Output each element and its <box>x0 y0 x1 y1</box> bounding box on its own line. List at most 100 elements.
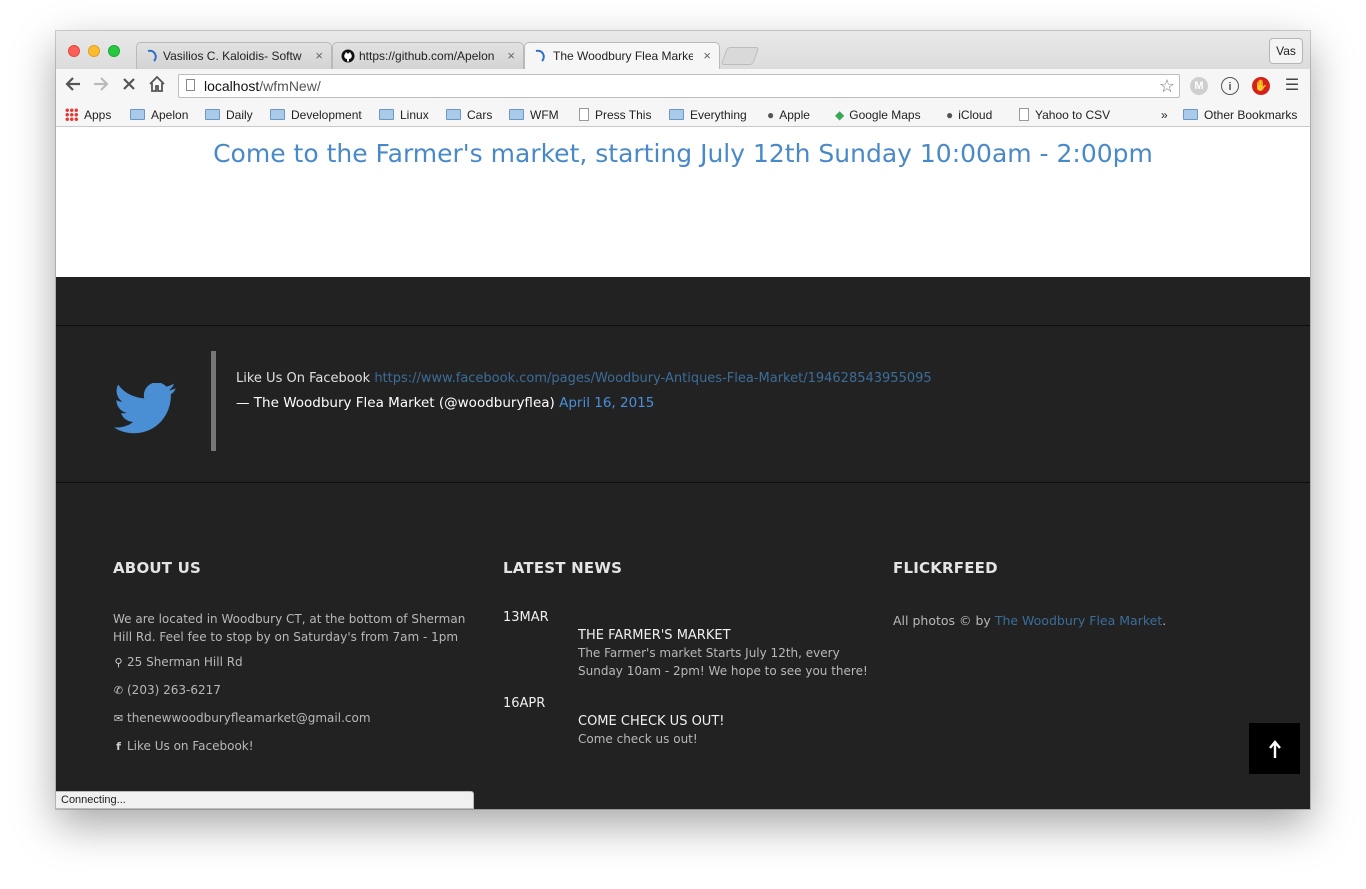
bookmark-yahoo-to-csv[interactable]: Yahoo to CSV <box>1019 107 1110 123</box>
bookmark-apple[interactable]: ● Apple <box>767 107 810 123</box>
info-icon[interactable]: i <box>1221 77 1239 95</box>
extension-m-icon[interactable]: M <box>1190 77 1208 95</box>
home-button[interactable] <box>146 75 168 97</box>
forward-arrow-icon <box>94 77 109 91</box>
google-maps-icon: ◆ <box>835 108 845 122</box>
divider <box>56 325 1310 326</box>
zoom-window-button[interactable] <box>108 45 120 57</box>
news-date: 16APR <box>503 696 546 711</box>
news-title[interactable]: THE FARMER'S MARKET <box>578 628 731 643</box>
folder-icon <box>205 109 220 120</box>
status-bubble: Connecting... <box>56 791 474 809</box>
phone-line: ✆ (203) 263-6217 <box>113 683 221 697</box>
stop-x-icon <box>123 78 135 90</box>
arrow-up-icon <box>1268 740 1281 759</box>
bookmark-daily[interactable]: Daily <box>205 107 253 123</box>
bookmark-wfm[interactable]: WFM <box>509 107 559 123</box>
bookmark-everything[interactable]: Everything <box>669 107 747 123</box>
bookmark-cars[interactable]: Cars <box>446 107 492 123</box>
tab-title: https://github.com/Apelon <box>359 49 495 63</box>
map-marker-icon: ⚲ <box>114 656 123 669</box>
twitter-bird-icon <box>114 383 176 434</box>
tab-woodbury-flea-market[interactable]: The Woodbury Flea Market × <box>524 42 720 70</box>
profile-button[interactable]: Vas <box>1269 38 1303 64</box>
toolbar: localhost/wfmNew/ ☆ M i ✋ ☰ <box>56 69 1310 103</box>
loading-spinner-icon <box>535 49 545 62</box>
news-body: Come check us out! <box>578 732 698 746</box>
tab-close-icon[interactable]: × <box>315 43 323 69</box>
email-line[interactable]: ✉ thenewwoodburyfleamarket@gmail.com <box>113 711 371 725</box>
github-icon <box>341 49 355 63</box>
tab-close-icon[interactable]: × <box>507 43 515 69</box>
folder-icon <box>379 109 394 120</box>
bookmark-apelon[interactable]: Apelon <box>130 107 188 123</box>
facebook-icon: f <box>116 740 121 753</box>
flickr-credit: All photos © by The Woodbury Flea Market… <box>893 613 1167 628</box>
tweet-date-link[interactable]: April 16, 2015 <box>559 395 654 411</box>
folder-icon <box>270 109 285 120</box>
tab-strip: Vasilios C. Kaloidis- Softw × https://gi… <box>56 31 1310 70</box>
minimize-window-button[interactable] <box>88 45 100 57</box>
new-tab-button[interactable] <box>720 47 760 65</box>
bookmark-google-maps[interactable]: ◆ Google Maps <box>835 107 921 123</box>
folder-icon <box>1183 109 1198 120</box>
address-line: ⚲ 25 Sherman Hill Rd <box>114 655 243 669</box>
bookmark-other-bookmarks[interactable]: Other Bookmarks <box>1183 107 1297 123</box>
address-bar[interactable]: localhost/wfmNew/ ☆ <box>178 74 1180 98</box>
about-text: We are located in Woodbury CT, at the bo… <box>113 612 466 644</box>
bookmark-apps[interactable]: Apps <box>65 107 111 123</box>
facebook-line[interactable]: f Like Us on Facebook! <box>113 739 253 753</box>
bookmark-linux[interactable]: Linux <box>379 107 429 123</box>
hero-section: Come to the Farmer's market, starting Ju… <box>56 127 1310 277</box>
news-heading: LATEST NEWS <box>503 559 623 577</box>
forward-button[interactable] <box>90 75 112 97</box>
tab-title: The Woodbury Flea Market <box>553 49 693 63</box>
flickr-heading: FLICKRFEED <box>893 559 998 577</box>
flickr-author-link[interactable]: The Woodbury Flea Market <box>995 613 1162 628</box>
loading-spinner-icon <box>147 49 157 62</box>
tab-close-icon[interactable]: × <box>703 43 711 69</box>
folder-icon <box>130 109 145 120</box>
home-icon <box>149 75 165 92</box>
folder-icon <box>446 109 461 120</box>
news-date: 13MAR <box>503 610 549 625</box>
divider <box>56 482 1310 483</box>
page-icon <box>1019 108 1029 121</box>
envelope-icon: ✉ <box>113 712 124 725</box>
browser-window: Vasilios C. Kaloidis- Softw × https://gi… <box>56 31 1310 809</box>
apps-grid-icon <box>65 108 78 121</box>
phone-icon: ✆ <box>113 684 124 697</box>
tweet-quote-bar <box>211 351 216 451</box>
page-content: Come to the Farmer's market, starting Ju… <box>56 127 1310 809</box>
folder-icon <box>509 109 524 120</box>
adblock-icon[interactable]: ✋ <box>1252 77 1270 95</box>
tab-title: Vasilios C. Kaloidis- Softw <box>163 49 302 63</box>
page-icon <box>186 79 195 91</box>
tweet-author: — The Woodbury Flea Market (@woodburyfle… <box>236 395 655 411</box>
close-window-button[interactable] <box>68 45 80 57</box>
url-text: localhost/wfmNew/ <box>204 78 321 94</box>
tweet-text: Like Us On Facebook https://www.facebook… <box>236 371 932 386</box>
hero-title: Come to the Farmer's market, starting Ju… <box>213 139 1153 168</box>
apple-icon: ● <box>946 108 954 122</box>
bookmarks-bar: Apps Apelon Daily Development Linux Cars… <box>56 103 1310 127</box>
back-button[interactable] <box>62 75 84 97</box>
bookmark-press-this[interactable]: Press This <box>579 107 651 123</box>
bookmarks-overflow-button[interactable]: » <box>1161 107 1168 123</box>
tab-github[interactable]: https://github.com/Apelon × <box>332 42 524 69</box>
page-icon <box>579 108 589 121</box>
stop-button[interactable] <box>118 75 140 97</box>
scroll-to-top-button[interactable] <box>1249 723 1300 774</box>
bookmark-icloud[interactable]: ● iCloud <box>946 107 992 123</box>
bookmark-development[interactable]: Development <box>270 107 362 123</box>
apple-icon: ● <box>767 108 775 122</box>
about-heading: ABOUT US <box>113 559 202 577</box>
news-body: The Farmer's market Starts July 12th, ev… <box>578 646 868 678</box>
tab-vasilios[interactable]: Vasilios C. Kaloidis- Softw × <box>136 42 332 69</box>
bookmark-star-icon[interactable]: ☆ <box>1159 75 1175 97</box>
news-title[interactable]: COME CHECK US OUT! <box>578 714 724 729</box>
back-arrow-icon <box>65 77 80 91</box>
menu-icon[interactable]: ☰ <box>1283 77 1301 95</box>
facebook-page-link[interactable]: https://www.facebook.com/pages/Woodbury-… <box>374 371 931 386</box>
folder-icon <box>669 109 684 120</box>
